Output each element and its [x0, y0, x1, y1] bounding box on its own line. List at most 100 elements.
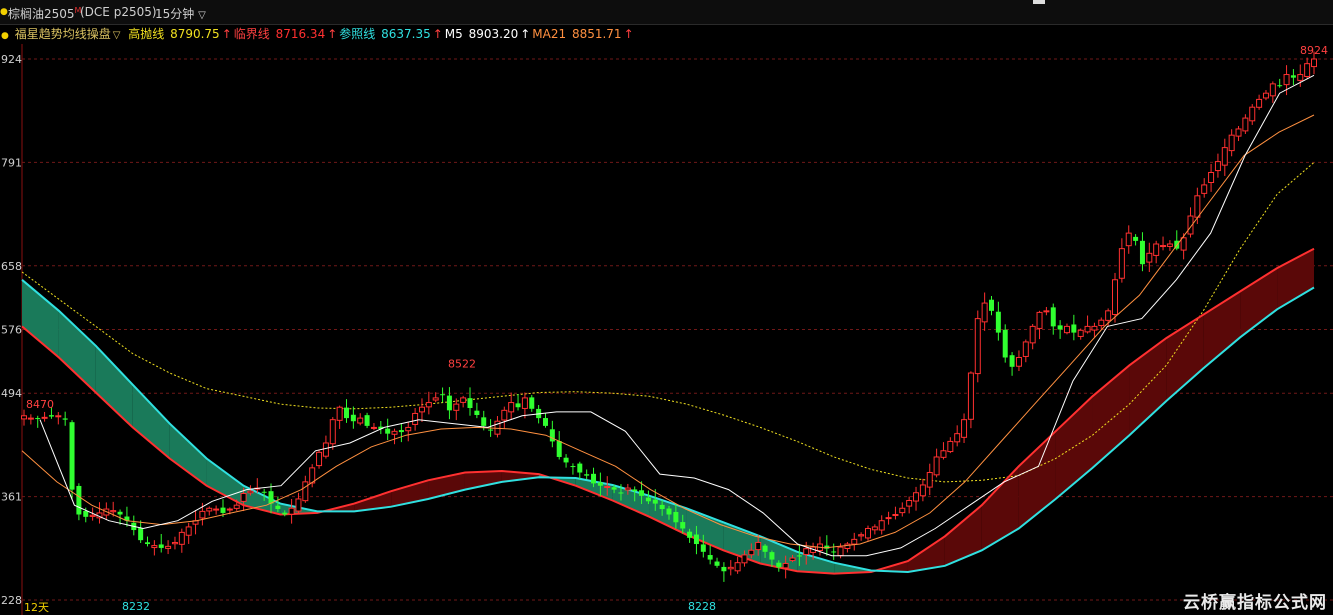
candle-up [1228, 134, 1235, 152]
candle-down [145, 542, 151, 545]
candle-down [158, 544, 164, 548]
candle-up [1063, 325, 1070, 334]
indicator-item-label: 参照线 [339, 27, 380, 41]
band-fill [22, 279, 59, 358]
candle-up [1112, 279, 1119, 316]
candle-up [185, 526, 192, 536]
candle-up [981, 302, 988, 323]
candle-down [632, 489, 638, 492]
candle-up [871, 526, 878, 531]
kline-chart[interactable]: 924 791 658 576 494 361 228 8924 8470 8522 8232 822… [0, 0, 1333, 615]
candle-up [837, 546, 844, 557]
indicator-name[interactable]: 福星趋势均线操盘 ▽ [15, 27, 123, 41]
arrow-up-icon: ↑ [221, 27, 232, 41]
indicator-item-label: M5 [444, 27, 467, 41]
candle-up [391, 430, 398, 435]
period-selector[interactable]: 15分钟 ▽ [155, 5, 206, 22]
symbol-name[interactable]: 棕榈油2505M [8, 5, 81, 22]
price-annotation: 8232 [122, 600, 150, 613]
band-fill [1240, 268, 1278, 338]
candle-up [1221, 147, 1228, 166]
symbol-label: 棕榈油2505 [8, 7, 75, 21]
candle-up [521, 397, 528, 409]
candle-down [1050, 307, 1056, 327]
candle-up [21, 415, 27, 420]
candle-down [687, 531, 693, 538]
candle-up [748, 549, 755, 556]
y-tick-label: 494 [1, 387, 22, 400]
candle-up [947, 440, 954, 453]
candle-down [117, 511, 123, 515]
candle-up [1125, 232, 1132, 247]
candle-down [680, 522, 686, 529]
candle-down [69, 422, 75, 490]
candle-down [385, 428, 391, 434]
candle-down [474, 410, 480, 416]
candle-up [1242, 117, 1249, 132]
candle-down [138, 528, 144, 541]
arrow-up-icon: ↑ [327, 27, 338, 41]
candle-up [1269, 83, 1276, 97]
candle-down [48, 415, 54, 417]
candle-down [275, 505, 281, 510]
candle-up [1118, 248, 1125, 279]
candle-up [1015, 356, 1022, 367]
candle-up [336, 406, 343, 421]
candle-down [1277, 85, 1283, 87]
price-annotation: 8522 [448, 357, 476, 370]
candle-up [974, 318, 981, 375]
candle-down [707, 555, 713, 560]
candle-up [1297, 74, 1304, 81]
y-tick-label: 228 [1, 594, 22, 607]
candle-up [1043, 310, 1050, 313]
candle-up [624, 487, 631, 491]
candle-up [432, 397, 439, 401]
candle-down [584, 474, 590, 476]
candle-up [919, 484, 926, 497]
candle-down [35, 418, 41, 420]
candle-down [995, 311, 1001, 333]
candle-up [1256, 98, 1263, 108]
candle-up [1214, 161, 1221, 172]
candle-down [261, 491, 267, 493]
candle-up [604, 486, 611, 489]
candle-down [220, 507, 226, 513]
band-fill [132, 384, 170, 459]
symbol-dot-icon: ● [0, 7, 8, 17]
candle-up [755, 541, 762, 551]
title-bar: ● 棕榈油2505M (DCE p2505) 15分钟 ▽ [0, 0, 1333, 25]
candle-up [1208, 171, 1215, 184]
candle-down [440, 394, 446, 396]
candle-up [878, 520, 885, 531]
candle-down [618, 492, 624, 494]
chevron-down-icon: ▽ [112, 30, 121, 41]
candle-down [446, 395, 452, 411]
price-annotation: 8924 [1300, 44, 1328, 57]
indicator-values: 高抛线 8790.75 ↑ 临界线 8716.34 ↑ 参照线 8637.35 ↑ M5 8… [128, 27, 635, 41]
candle-down [268, 491, 274, 504]
period-label: 15分钟 [155, 7, 195, 21]
band-fill [58, 310, 96, 393]
candle-up [206, 507, 213, 512]
candle-down [611, 487, 617, 490]
candle-down [591, 473, 597, 484]
candle-down [639, 490, 645, 496]
candle-down [700, 544, 706, 552]
candle-down [577, 463, 583, 473]
candle-down [673, 511, 679, 523]
candle-down [467, 398, 473, 409]
price-annotation: 8228 [688, 600, 716, 613]
candle-up [357, 417, 364, 424]
candle-up [1262, 92, 1269, 99]
candle-down [796, 555, 802, 557]
candle-up [55, 415, 62, 418]
candle-down [1139, 240, 1145, 265]
candle-up [1077, 329, 1084, 337]
candle-up [233, 504, 240, 509]
candle-down [693, 534, 699, 545]
band-fill [944, 505, 982, 566]
window-icon[interactable] [1033, 0, 1045, 4]
candle-up [1084, 325, 1091, 333]
indicator-item-value: 8851.71 [571, 27, 622, 41]
indicator-item-label: 临界线 [233, 27, 274, 41]
